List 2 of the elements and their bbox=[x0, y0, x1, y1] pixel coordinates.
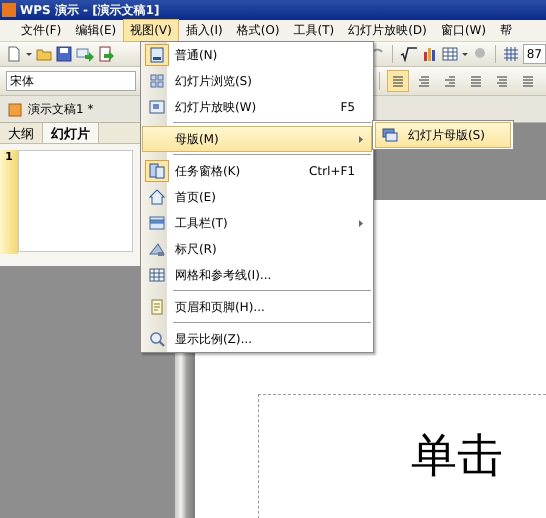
window-title: WPS 演示 - [演示文稿1] bbox=[20, 2, 160, 18]
slide-number: 1 bbox=[0, 150, 18, 254]
